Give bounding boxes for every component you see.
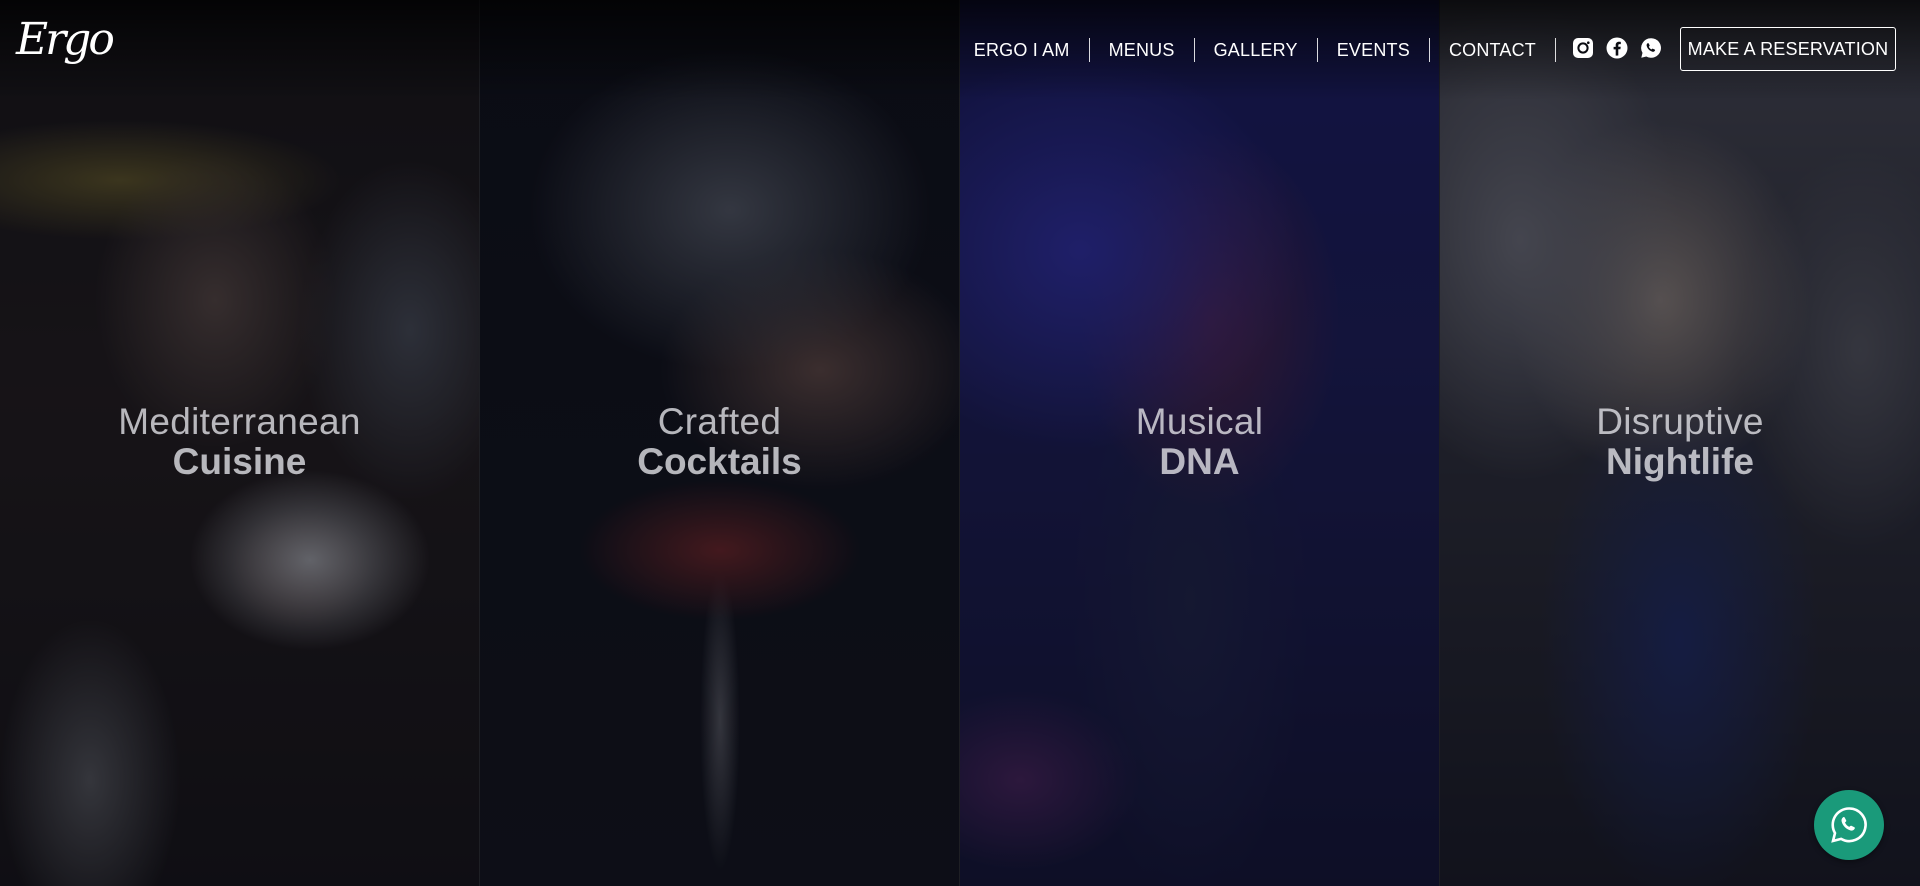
whatsapp-chat-button[interactable] bbox=[1814, 790, 1884, 860]
panel-caption-bold: Cocktails bbox=[637, 441, 802, 482]
panel-caption-light: Musical bbox=[1135, 401, 1264, 442]
facebook-icon[interactable] bbox=[1606, 37, 1628, 59]
panel-caption-light: Crafted bbox=[657, 401, 782, 442]
nav-item-gallery[interactable]: GALLERY bbox=[1195, 38, 1318, 62]
panel-musical[interactable]: Musical DNA bbox=[960, 0, 1440, 886]
social-links bbox=[1572, 37, 1662, 59]
panel-cuisine[interactable]: Mediterranean Cuisine bbox=[0, 0, 480, 886]
landing-page: Mediterranean Cuisine Crafted Cocktails … bbox=[0, 0, 1920, 886]
panel-caption: Musical DNA bbox=[960, 402, 1439, 482]
nav-item-contact[interactable]: CONTACT bbox=[1430, 38, 1556, 62]
brand-logo-text: Ergo bbox=[16, 14, 115, 65]
instagram-icon[interactable] bbox=[1572, 37, 1594, 59]
whatsapp-icon bbox=[1831, 807, 1867, 843]
main-nav: ERGO I AM MENUS GALLERY EVENTS CONTACT bbox=[974, 38, 1556, 62]
nav-item-ergo-i-am[interactable]: ERGO I AM bbox=[974, 38, 1090, 62]
site-header: Ergo ERGO I AM MENUS GALLERY EVENTS CONT… bbox=[0, 0, 1920, 100]
panel-caption-bold: Cuisine bbox=[172, 441, 307, 482]
brand-logo[interactable]: Ergo bbox=[16, 12, 115, 90]
panel-caption-bold: Nightlife bbox=[1606, 441, 1754, 482]
make-reservation-button[interactable]: MAKE A RESERVATION bbox=[1680, 27, 1896, 71]
nav-item-menus[interactable]: MENUS bbox=[1090, 38, 1195, 62]
panel-caption-light: Mediterranean bbox=[118, 401, 361, 442]
panel-caption-light: Disruptive bbox=[1596, 401, 1764, 442]
panel-caption-bold: DNA bbox=[1159, 441, 1240, 482]
whatsapp-icon[interactable] bbox=[1640, 37, 1662, 59]
feature-panels: Mediterranean Cuisine Crafted Cocktails … bbox=[0, 0, 1920, 886]
panel-caption: Crafted Cocktails bbox=[480, 402, 959, 482]
nav-item-events[interactable]: EVENTS bbox=[1318, 38, 1430, 62]
panel-caption: Mediterranean Cuisine bbox=[0, 402, 479, 482]
panel-nightlife[interactable]: Disruptive Nightlife bbox=[1440, 0, 1920, 886]
panel-caption: Disruptive Nightlife bbox=[1440, 402, 1920, 482]
panel-cocktails[interactable]: Crafted Cocktails bbox=[480, 0, 960, 886]
